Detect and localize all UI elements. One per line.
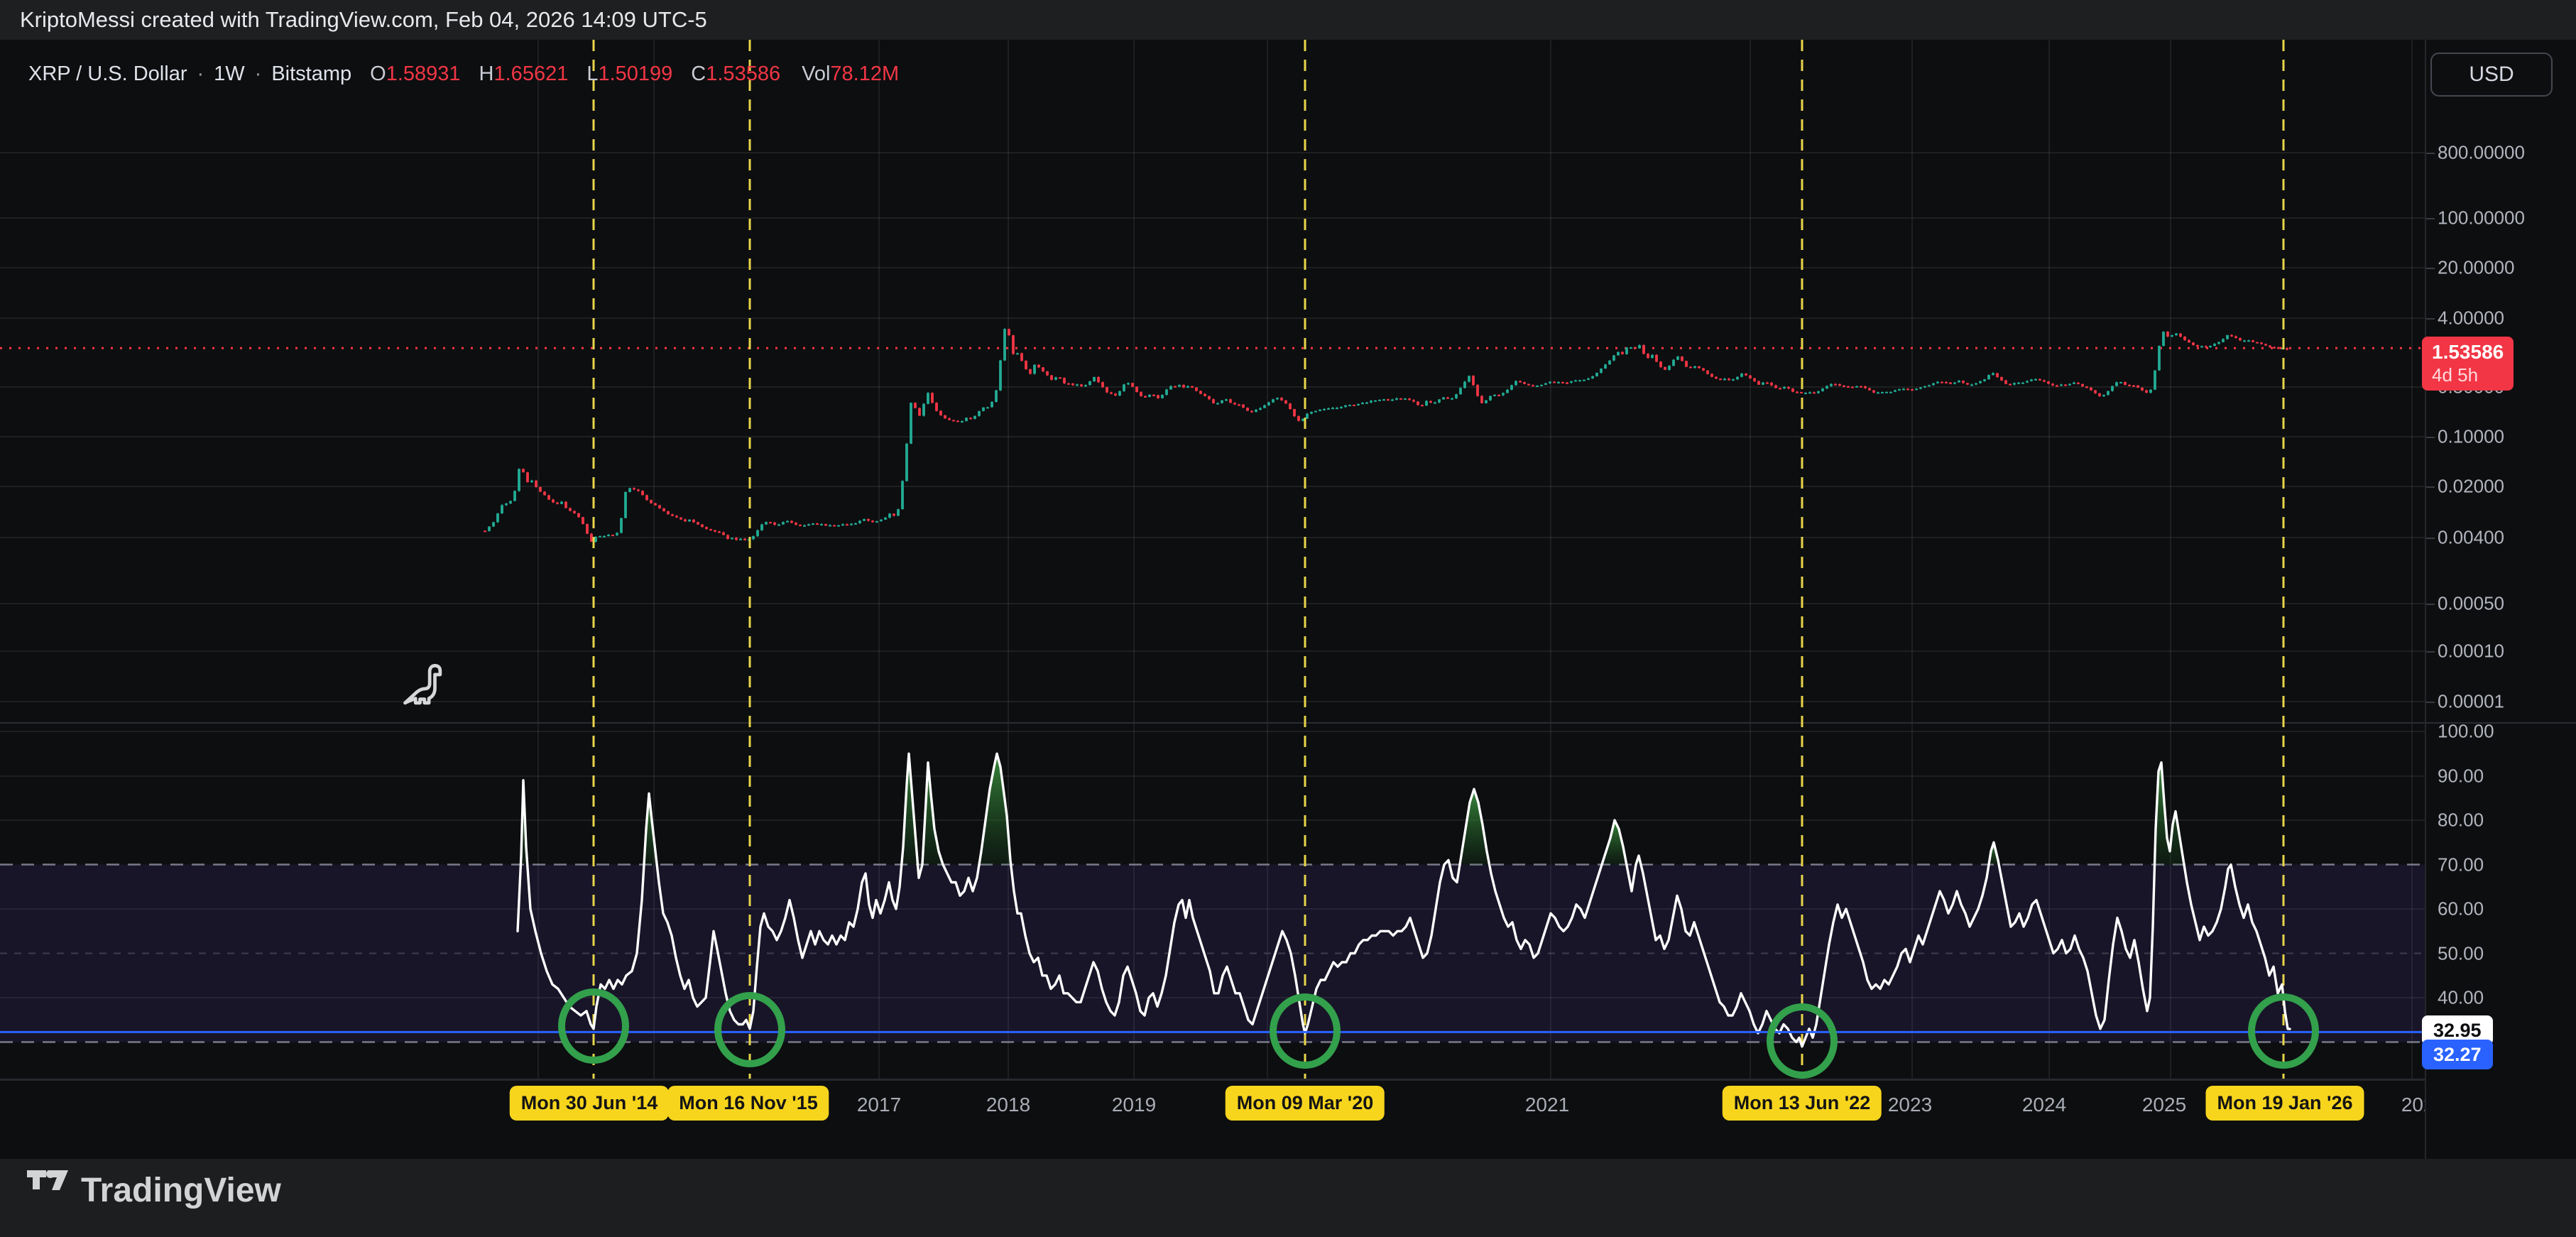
low-value: 1.50199 bbox=[598, 62, 672, 86]
rsi-band bbox=[0, 865, 2425, 1042]
volume-label: Vol bbox=[802, 62, 830, 86]
price-axis-label: 100.00000 bbox=[2438, 207, 2525, 229]
axis-tick bbox=[2426, 486, 2435, 488]
axis-tick bbox=[2426, 153, 2435, 154]
close-value: 1.53586 bbox=[706, 62, 780, 86]
axis-tick bbox=[2426, 538, 2435, 539]
tradingview-chart-window: KriptoMessi created with TradingView.com… bbox=[0, 0, 2576, 1237]
event-date-badge[interactable]: Mon 30 Jun '14 bbox=[510, 1086, 669, 1121]
axis-tick bbox=[2426, 604, 2435, 605]
axis-tick bbox=[2426, 318, 2435, 320]
year-label: 2017 bbox=[857, 1094, 901, 1116]
open-value: 1.58931 bbox=[386, 62, 461, 86]
price-axis-label: 4.00000 bbox=[2438, 307, 2504, 329]
rsi-axis-label: 50.00 bbox=[2438, 943, 2484, 965]
price-axis-label: 0.00001 bbox=[2438, 691, 2504, 713]
rsi-axis-label: 90.00 bbox=[2438, 765, 2484, 788]
chart-plot-area[interactable] bbox=[0, 0, 2576, 1237]
tradingview-logo-icon bbox=[27, 1170, 68, 1210]
axis-tick bbox=[2426, 702, 2435, 703]
rsi-axis-label: 80.00 bbox=[2438, 810, 2484, 832]
year-label: 2027 bbox=[2401, 1094, 2425, 1116]
high-label: H bbox=[479, 62, 494, 86]
candlestick-series[interactable] bbox=[484, 328, 2288, 543]
year-label: 2025 bbox=[2142, 1094, 2186, 1116]
year-label: 2024 bbox=[2022, 1094, 2066, 1116]
dinosaur-icon bbox=[405, 665, 440, 703]
rsi-axis-label: 40.00 bbox=[2438, 987, 2484, 1009]
price-axis-label: 0.00050 bbox=[2438, 593, 2504, 615]
bar-countdown: 4d 5h bbox=[2432, 364, 2504, 386]
price-axis-label: 0.00400 bbox=[2438, 527, 2504, 549]
year-label: 2018 bbox=[986, 1094, 1030, 1116]
price-axis-label: 0.10000 bbox=[2438, 426, 2504, 448]
tradingview-wordmark: TradingView bbox=[81, 1171, 281, 1210]
time-axis-scale[interactable]: 26201720182019202122023202420252027Mon 3… bbox=[0, 1079, 2425, 1160]
rsi-hline-badge: 32.27 bbox=[2422, 1040, 2493, 1069]
price-axis-label: 800.00000 bbox=[2438, 142, 2525, 164]
year-label: 2023 bbox=[1888, 1094, 1932, 1116]
event-date-badge[interactable]: Mon 19 Jan '26 bbox=[2206, 1086, 2364, 1121]
close-label: C bbox=[691, 62, 706, 86]
high-value: 1.65621 bbox=[494, 62, 569, 86]
axis-tick bbox=[2426, 437, 2435, 438]
rsi-overbought-fill bbox=[520, 753, 2184, 864]
event-date-badge[interactable]: Mon 13 Jun '22 bbox=[1723, 1086, 1882, 1121]
axis-tick bbox=[2426, 651, 2435, 653]
price-axis-label: 0.00010 bbox=[2438, 641, 2504, 663]
axis-tick bbox=[2426, 218, 2435, 219]
year-label: 2019 bbox=[1112, 1094, 1156, 1116]
rsi-axis-label: 70.00 bbox=[2438, 854, 2484, 876]
price-axis-label: 0.02000 bbox=[2438, 476, 2504, 498]
rsi-axis-label: 100.00 bbox=[2438, 721, 2494, 743]
currency-toggle-button[interactable]: USD bbox=[2430, 53, 2553, 97]
year-label: 2021 bbox=[1525, 1094, 1569, 1116]
rsi-axis-label: 60.00 bbox=[2438, 898, 2484, 920]
volume-value: 78.12M bbox=[830, 62, 899, 86]
open-label: O bbox=[370, 62, 386, 86]
price-axis-label: 20.00000 bbox=[2438, 257, 2514, 279]
low-label: L bbox=[586, 62, 598, 86]
legend-separator: · bbox=[197, 62, 204, 86]
tradingview-logo[interactable]: TradingView bbox=[27, 1170, 281, 1210]
legend-separator: · bbox=[255, 62, 262, 86]
axis-tick bbox=[2426, 268, 2435, 269]
timeframe-label: 1W bbox=[214, 62, 245, 86]
symbol-legend[interactable]: XRP / U.S. Dollar · 1W · Bitstamp O 1.58… bbox=[28, 60, 899, 88]
event-date-badge[interactable]: Mon 16 Nov '15 bbox=[667, 1086, 829, 1121]
footer-bar: TradingView bbox=[0, 1159, 2576, 1237]
last-price-value: 1.53586 bbox=[2432, 341, 2504, 364]
symbol-title: XRP / U.S. Dollar bbox=[28, 62, 187, 86]
event-date-badge[interactable]: Mon 09 Mar '20 bbox=[1226, 1086, 1385, 1121]
price-axis-scale[interactable]: USD 1.53586 4d 5h 32.95 32.27 800.000001… bbox=[2425, 40, 2576, 1159]
last-price-badge: 1.53586 4d 5h bbox=[2422, 337, 2514, 391]
exchange-label: Bitstamp bbox=[271, 62, 351, 86]
